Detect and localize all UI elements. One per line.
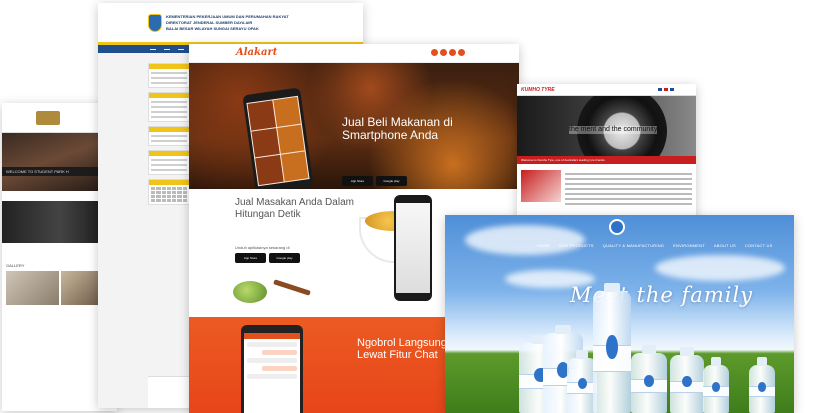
water-bottle — [703, 357, 729, 413]
alakart-phone-mockup-2 — [394, 195, 432, 301]
gov-emblem-icon — [148, 13, 162, 32]
kumho-social-icons — [658, 88, 674, 91]
alakart-hero-title: Jual Beli Makanan di Smartphone Anda — [342, 115, 453, 142]
alakart-hero-store-badges: App Store Google play — [342, 176, 407, 186]
kumho-content — [517, 164, 696, 214]
app-store-badge: App Store — [342, 176, 373, 186]
nav-environment[interactable]: ENVIRONMENT — [673, 243, 705, 248]
alakart-phone-mockup — [242, 87, 314, 195]
alakart-social-links — [431, 49, 465, 56]
gov-nav-item: ▬▬ — [178, 47, 184, 51]
gov-site-sidebar — [148, 63, 190, 209]
kumho-banner: the ment and the community — [517, 96, 696, 156]
gallery-image — [6, 271, 59, 305]
gov-site-title: KEMENTERIAN PEKERJAAN UMUM DAN PERUMAHAN… — [166, 13, 289, 31]
app-store-badge: App Store — [235, 253, 266, 263]
student-site-logo — [36, 110, 60, 125]
instagram-icon — [449, 49, 456, 56]
alakart-hero-spices: Jual Beli Makanan di Smartphone Anda App… — [189, 63, 519, 195]
alakart-sell-title: Jual Masakan Anda Dalam Hitungan Detik — [235, 197, 354, 220]
facebook-icon — [431, 49, 438, 56]
water-brand-logo — [609, 219, 625, 235]
kumho-news-list — [565, 170, 692, 208]
google-play-badge: Google play — [269, 253, 300, 263]
gov-calendar-widget — [148, 179, 190, 205]
nav-about-us[interactable]: ABOUT US — [714, 243, 736, 248]
alakart-chat-phone-mockup — [241, 325, 303, 413]
nav-contact-us[interactable]: CONTACT US — [745, 243, 773, 248]
kumho-header: KUMHO TYRE — [517, 84, 696, 96]
googleplus-icon — [458, 49, 465, 56]
water-site-nav: HOME OUR PRODUCTS QUALITY & MANUFACTURIN… — [537, 243, 773, 248]
gov-site-header: KEMENTERIAN PEKERJAAN UMUM DAN PERUMAHAN… — [98, 3, 363, 45]
gov-sidebar-block — [148, 63, 190, 88]
kumho-news-image — [521, 170, 561, 202]
gov-nav-item: ▬▬ — [164, 47, 170, 51]
alakart-header: Alakart — [189, 44, 519, 63]
water-bottle — [670, 347, 704, 413]
alakart-download-label: Unduh aplikasinya sekarang di — [235, 245, 290, 250]
google-play-badge: Google play — [376, 176, 407, 186]
kumho-welcome-strip: Welcome to Kumho Tyre, one of Australia'… — [517, 156, 696, 164]
gov-sidebar-block — [148, 150, 190, 175]
twitter-icon — [440, 49, 447, 56]
cinnamon-image — [273, 279, 311, 296]
kumho-banner-text: the ment and the community — [569, 126, 658, 134]
alakart-logo: Alakart — [236, 47, 278, 58]
gov-nav-item: ▬▬ — [150, 47, 156, 51]
alakart-store-badges: App Store Google play — [235, 253, 300, 263]
nav-quality[interactable]: QUALITY & MANUFACTURING — [603, 243, 664, 248]
nav-our-products[interactable]: OUR PRODUCTS — [559, 243, 594, 248]
water-bottle — [593, 283, 631, 413]
gov-sidebar-block — [148, 92, 190, 122]
cabbage-image — [233, 281, 267, 303]
water-bottle — [631, 345, 667, 413]
nav-home[interactable]: HOME — [537, 243, 550, 248]
gov-sidebar-block — [148, 126, 190, 146]
water-bottle — [749, 357, 775, 413]
kumho-logo: KUMHO TYRE — [521, 86, 555, 93]
water-brand-screenshot: HOME OUR PRODUCTS QUALITY & MANUFACTURIN… — [445, 215, 794, 413]
